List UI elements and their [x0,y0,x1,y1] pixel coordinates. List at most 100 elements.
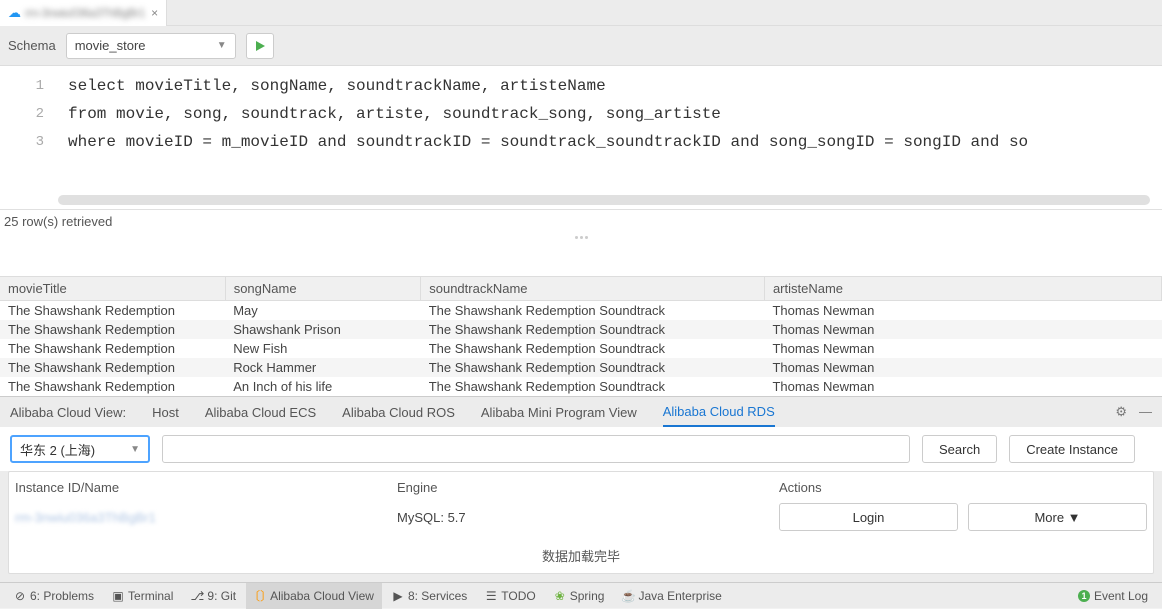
tab-mini[interactable]: Alibaba Mini Program View [481,397,637,427]
close-icon[interactable]: × [151,6,158,20]
code-line: select movieTitle, songName, soundtrackN… [68,77,606,95]
cell-movieTitle: The Shawshank Redemption [0,377,225,396]
header-engine: Engine [397,480,779,495]
bottom-toolbar: ⊘6: Problems ▣Terminal ⎇9: Git 〔〕Alibaba… [0,582,1162,608]
bottom-java-enterprise[interactable]: ☕Java Enterprise [614,583,729,609]
instance-list-header: Instance ID/Name Engine Actions [9,472,1153,501]
col-artistename[interactable]: artisteName [764,277,1161,301]
event-count-badge: 1 [1078,590,1090,602]
tab-ros[interactable]: Alibaba Cloud ROS [342,397,455,427]
bottom-services[interactable]: ▶8: Services [384,583,475,609]
editor-tabbar: ☁ rm-3nwiu036a3ThBgBr1 × [0,0,1162,26]
bottom-git[interactable]: ⎇9: Git [183,583,244,609]
line-gutter: 1 2 3 [0,66,58,209]
table-header-row: movieTitle songName soundtrackName artis… [0,277,1162,301]
bottom-problems[interactable]: ⊘6: Problems [6,583,102,609]
cell-artisteName: Thomas Newman [764,339,1161,358]
table-row[interactable]: The Shawshank RedemptionMayThe Shawshank… [0,301,1162,321]
cell-songName: New Fish [225,339,421,358]
cell-artisteName: Thomas Newman [764,358,1161,377]
status-bar: 25 row(s) retrieved [0,210,1162,234]
table-row[interactable]: The Shawshank RedemptionRock HammerThe S… [0,358,1162,377]
cell-songName: An Inch of his life [225,377,421,396]
problems-icon: ⊘ [14,590,26,602]
cell-movieTitle: The Shawshank Redemption [0,358,225,377]
cloud-view-label: Alibaba Cloud View: [10,405,126,420]
spring-icon: ❀ [554,590,566,602]
cell-songName: May [225,301,421,321]
instance-list: Instance ID/Name Engine Actions rm-3nwiu… [8,471,1154,574]
bottom-terminal[interactable]: ▣Terminal [104,583,181,609]
bracket-icon: 〔〕 [254,590,266,602]
cell-movieTitle: The Shawshank Redemption [0,339,225,358]
line-number: 2 [0,100,44,128]
cell-soundtrackName: The Shawshank Redemption Soundtrack [421,358,765,377]
cloud-view-panel: Alibaba Cloud View: Host Alibaba Cloud E… [0,396,1162,582]
login-button[interactable]: Login [779,503,958,531]
horizontal-scrollbar[interactable] [58,195,1150,205]
more-button[interactable]: More ▼ [968,503,1147,531]
drag-handle-icon[interactable] [563,236,599,240]
cloud-search-bar: 华东 2 (上海) ▼ Search Create Instance [0,427,1162,471]
header-instance-id: Instance ID/Name [15,480,397,495]
instance-engine: MySQL: 5.7 [397,510,779,525]
col-movietitle[interactable]: movieTitle [0,277,225,301]
schema-value: movie_store [75,38,146,53]
table-row[interactable]: The Shawshank RedemptionAn Inch of his l… [0,377,1162,396]
instance-id[interactable]: rm-3nwiu036a3ThBgBr1 [15,510,397,525]
instance-search-input[interactable] [162,435,910,463]
col-songname[interactable]: songName [225,277,421,301]
git-icon: ⎇ [191,590,203,602]
cell-artisteName: Thomas Newman [764,301,1161,321]
cloud-view-tabs: Alibaba Cloud View: Host Alibaba Cloud E… [0,397,1162,427]
line-number: 1 [0,72,44,100]
code-line: from movie, song, soundtrack, artiste, s… [68,105,721,123]
cell-movieTitle: The Shawshank Redemption [0,301,225,321]
cloud-icon: ☁ [8,5,21,21]
create-instance-button[interactable]: Create Instance [1009,435,1135,463]
schema-label: Schema [8,38,56,53]
line-number: 3 [0,128,44,156]
minimize-icon[interactable]: — [1139,404,1152,420]
load-status: 数据加载完毕 [9,540,1153,573]
services-icon: ▶ [392,590,404,602]
cell-songName: Shawshank Prison [225,320,421,339]
code-area[interactable]: select movieTitle, songName, soundtrackN… [58,66,1162,209]
tab-rds[interactable]: Alibaba Cloud RDS [663,397,775,427]
sql-editor[interactable]: 1 2 3 select movieTitle, songName, sound… [0,66,1162,210]
schema-select[interactable]: movie_store ▼ [66,33,236,59]
cell-artisteName: Thomas Newman [764,320,1161,339]
chevron-down-icon: ▼ [217,40,227,51]
instance-row: rm-3nwiu036a3ThBgBr1 MySQL: 5.7 Login Mo… [9,501,1153,539]
bottom-alibaba-cloud-view[interactable]: 〔〕Alibaba Cloud View [246,583,382,609]
terminal-icon: ▣ [112,590,124,602]
tab-ecs[interactable]: Alibaba Cloud ECS [205,397,316,427]
bottom-event-log[interactable]: 1Event Log [1070,583,1156,609]
region-value: 华东 2 (上海) [20,440,95,459]
java-icon: ☕ [622,590,634,602]
table-row[interactable]: The Shawshank RedemptionShawshank Prison… [0,320,1162,339]
run-button[interactable] [246,33,274,59]
tab-host[interactable]: Host [152,397,179,427]
editor-tab[interactable]: ☁ rm-3nwiu036a3ThBgBr1 × [0,0,167,26]
cell-soundtrackName: The Shawshank Redemption Soundtrack [421,301,765,321]
todo-icon: ☰ [485,590,497,602]
bottom-spring[interactable]: ❀Spring [546,583,613,609]
cell-songName: Rock Hammer [225,358,421,377]
result-gap [0,234,1162,276]
bottom-todo[interactable]: ☰TODO [477,583,543,609]
cell-soundtrackName: The Shawshank Redemption Soundtrack [421,320,765,339]
schema-toolbar: Schema movie_store ▼ [0,26,1162,66]
play-icon [254,40,266,52]
cell-soundtrackName: The Shawshank Redemption Soundtrack [421,377,765,396]
code-line: where movieID = m_movieID and soundtrack… [68,133,1028,151]
header-actions: Actions [779,480,1147,495]
table-row[interactable]: The Shawshank RedemptionNew FishThe Shaw… [0,339,1162,358]
col-soundtrackname[interactable]: soundtrackName [421,277,765,301]
gear-icon[interactable]: ⚙ [1115,404,1127,420]
cell-movieTitle: The Shawshank Redemption [0,320,225,339]
cell-soundtrackName: The Shawshank Redemption Soundtrack [421,339,765,358]
result-table: movieTitle songName soundtrackName artis… [0,276,1162,396]
region-select[interactable]: 华东 2 (上海) ▼ [10,435,150,463]
search-button[interactable]: Search [922,435,997,463]
